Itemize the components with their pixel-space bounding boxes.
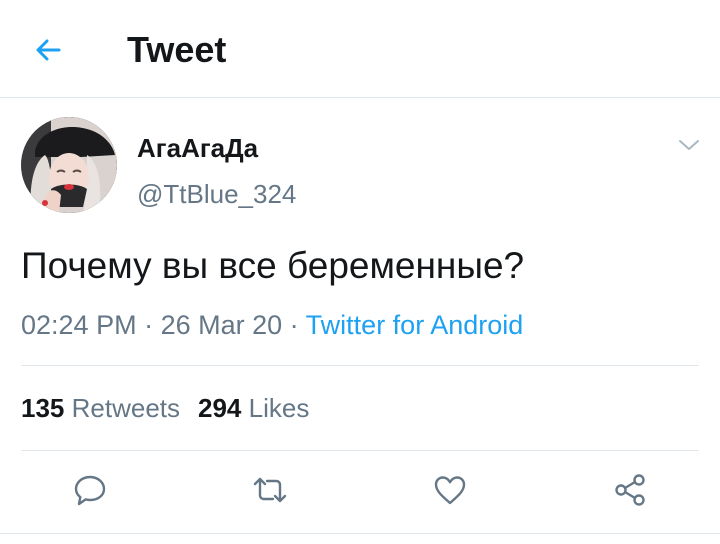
tweet-options-button[interactable] [674,132,704,158]
share-button[interactable] [603,463,657,517]
speech-bubble-icon [74,475,106,506]
avatar[interactable] [21,117,117,213]
reply-button[interactable] [63,463,117,517]
chevron-down-icon [679,140,699,150]
retweet-icon [253,477,287,503]
divider [21,450,699,451]
top-app-bar: Tweet [0,0,720,98]
author-display-name[interactable]: АгаАгаДа [137,132,258,164]
arrow-left-icon [36,39,61,61]
page-title: Tweet [127,29,227,70]
tweet-stats: 135 Retweets 294 Likes [21,392,309,424]
tweet-time: 02:24 PM [21,310,137,340]
divider [21,365,699,366]
tweet-actions-bar [0,463,720,517]
like-button[interactable] [423,463,477,517]
author-handle[interactable]: @TtBlue_324 [137,178,296,210]
retweet-button[interactable] [243,463,297,517]
tweet-metadata: 02:24 PM · 26 Mar 20 · Twitter for Andro… [21,308,523,342]
likes-label: Likes [248,393,310,423]
avatar-photo [21,117,117,213]
likes-stat[interactable]: 294 Likes [198,392,309,424]
retweets-label: Retweets [71,393,181,423]
likes-count: 294 [198,393,242,423]
meta-separator: · [282,310,306,340]
heart-icon [434,476,466,505]
share-icon [615,474,645,506]
retweets-stat[interactable]: 135 Retweets [21,392,180,424]
retweets-count: 135 [21,393,65,423]
tweet-text: Почему вы все беременные? [21,245,525,286]
meta-separator: · [136,310,161,340]
back-button[interactable] [28,30,68,70]
divider [0,533,720,534]
tweet-date: 26 Mar 20 [160,310,283,340]
tweet-source-link[interactable]: Twitter for Android [306,310,524,340]
